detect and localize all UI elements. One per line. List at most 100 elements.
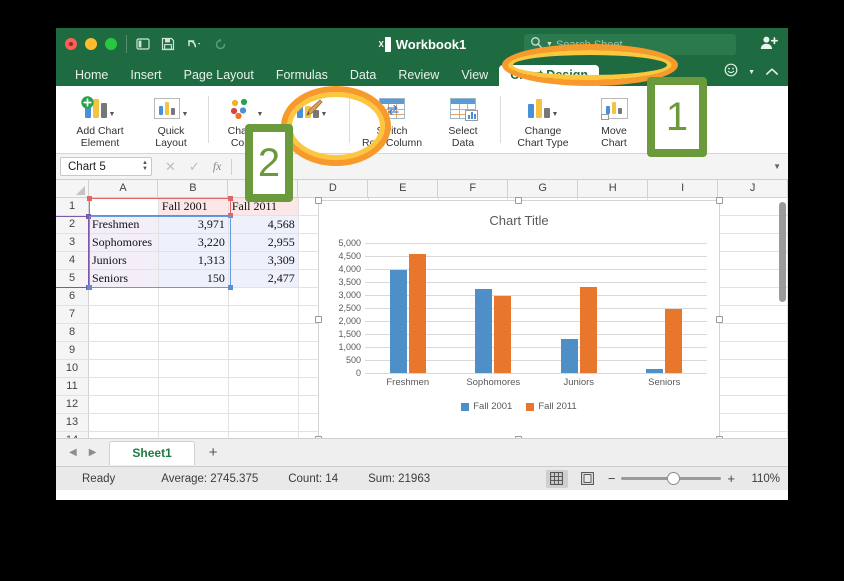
undo-icon[interactable] [186, 38, 203, 50]
row-header-7[interactable]: 7 [56, 306, 89, 324]
tab-view[interactable]: View [450, 65, 499, 87]
save-icon[interactable] [161, 37, 175, 51]
switch-row-column-button[interactable]: Switch Row/Column [354, 90, 430, 153]
row-header-11[interactable]: 11 [56, 378, 89, 396]
cell-j7[interactable] [718, 306, 788, 324]
cell-b12[interactable] [158, 396, 229, 414]
tab-review[interactable]: Review [387, 65, 450, 87]
column-header-b[interactable]: B [158, 180, 229, 197]
add-sheet-button[interactable]: + [197, 444, 230, 461]
zoom-level-label[interactable]: 110% [744, 473, 780, 485]
chart-resize-handle-s[interactable] [515, 436, 522, 438]
cell-c12[interactable] [228, 396, 299, 414]
cell-j10[interactable] [718, 360, 788, 378]
bar-fall2001-sophomores[interactable] [475, 289, 493, 373]
page-layout-view-icon[interactable] [577, 470, 599, 488]
formula-input[interactable] [232, 154, 773, 179]
cell-j12[interactable] [718, 396, 788, 414]
smiley-feedback-icon[interactable] [724, 63, 738, 82]
row-header-13[interactable]: 13 [56, 414, 89, 432]
chevron-up-collapse-icon[interactable] [765, 64, 779, 82]
column-header-j[interactable]: J [718, 180, 788, 197]
chart-resize-handle-nw[interactable] [315, 197, 322, 204]
bar-fall2001-seniors[interactable] [646, 369, 664, 373]
change-colors-button[interactable]: ▼ Change Colors [213, 90, 279, 153]
enter-check-icon[interactable]: ✓ [189, 159, 200, 175]
chart-resize-handle-se[interactable] [716, 436, 723, 438]
add-chart-element-button[interactable]: ▼ Add Chart Element [62, 90, 138, 153]
maximize-window-button[interactable] [105, 38, 117, 50]
select-data-button[interactable]: Select Data [430, 90, 496, 153]
chevron-down-icon[interactable]: ▼ [552, 111, 559, 118]
next-sheet-arrow-icon[interactable]: ▶ [84, 447, 102, 458]
select-all-corner[interactable] [56, 180, 89, 197]
bar-fall2011-freshmen[interactable] [408, 254, 426, 373]
zoom-knob[interactable] [667, 472, 681, 485]
tab-chart-design[interactable]: Chart Design [499, 64, 599, 86]
cell-a2[interactable]: Freshmen [89, 216, 159, 234]
cell-c11[interactable] [228, 378, 299, 396]
cell-b3[interactable]: 3,220 [158, 234, 229, 252]
cell-c7[interactable] [228, 306, 299, 324]
cell-a13[interactable] [89, 414, 159, 432]
zoom-slider[interactable]: − + [608, 471, 735, 486]
cell-j8[interactable] [718, 324, 788, 342]
cell-b2[interactable]: 3,971 [158, 216, 229, 234]
chart-resize-handle-n[interactable] [515, 197, 522, 204]
cell-b7[interactable] [158, 306, 229, 324]
cell-c10[interactable] [228, 360, 299, 378]
chart-resize-handle-sw[interactable] [315, 436, 322, 438]
cell-j4[interactable] [718, 252, 788, 270]
change-chart-type-button[interactable]: ▼ Change Chart Type [505, 90, 581, 153]
redo-icon[interactable] [214, 38, 227, 51]
cell-a4[interactable]: Juniors [89, 252, 159, 270]
cell-a12[interactable] [89, 396, 159, 414]
cell-c1[interactable]: Fall 2011 [228, 198, 299, 216]
chart-resize-handle-ne[interactable] [716, 197, 723, 204]
cell-b4[interactable]: 1,313 [158, 252, 229, 270]
tab-data[interactable]: Data [339, 65, 387, 87]
name-box-spinner-icon[interactable]: ▲ ▼ [142, 160, 148, 172]
cell-b1[interactable]: Fall 2001 [158, 198, 229, 216]
cell-j14[interactable] [718, 432, 788, 438]
row-header-9[interactable]: 9 [56, 342, 89, 360]
zoom-track[interactable] [621, 472, 722, 485]
cell-j11[interactable] [718, 378, 788, 396]
row-header-1[interactable]: 1 [56, 198, 89, 216]
chevron-down-icon[interactable]: ▼ [182, 111, 189, 118]
bar-fall2011-juniors[interactable] [579, 286, 597, 373]
column-header-g[interactable]: G [508, 180, 579, 197]
quick-layout-button[interactable]: ▼ Quick Layout [138, 90, 204, 153]
chart-resize-handle-e[interactable] [716, 316, 723, 323]
minimize-window-button[interactable] [85, 38, 97, 50]
cell-c9[interactable] [228, 342, 299, 360]
chart-legend[interactable]: Fall 2001 Fall 2011 [319, 401, 719, 412]
bar-fall2001-freshmen[interactable] [389, 269, 407, 373]
cell-j13[interactable] [718, 414, 788, 432]
cell-b8[interactable] [158, 324, 229, 342]
row-header-12[interactable]: 12 [56, 396, 89, 414]
share-person-icon[interactable] [760, 35, 778, 56]
cell-b13[interactable] [158, 414, 229, 432]
row-header-4[interactable]: 4 [56, 252, 89, 270]
column-header-a[interactable]: A [89, 180, 159, 197]
cell-a3[interactable]: Sophomores [89, 234, 159, 252]
cell-a7[interactable] [89, 306, 159, 324]
vertical-scrollbar[interactable] [779, 202, 786, 302]
cancel-x-icon[interactable]: ✕ [165, 159, 176, 175]
legend-item-fall2001[interactable]: Fall 2001 [461, 401, 512, 412]
column-header-h[interactable]: H [578, 180, 649, 197]
chevron-down-icon[interactable]: ▼ [257, 111, 264, 118]
cell-c13[interactable] [228, 414, 299, 432]
cell-a11[interactable] [89, 378, 159, 396]
cell-c4[interactable]: 3,309 [228, 252, 299, 270]
bar-fall2011-seniors[interactable] [665, 308, 683, 373]
bar-fall2001-juniors[interactable] [560, 338, 578, 373]
chart-styles-button[interactable]: ▼ [279, 90, 345, 153]
cell-a10[interactable] [89, 360, 159, 378]
cell-b6[interactable] [158, 288, 229, 306]
cell-a8[interactable] [89, 324, 159, 342]
cell-j5[interactable] [718, 270, 788, 288]
cell-c3[interactable]: 2,955 [228, 234, 299, 252]
row-header-5[interactable]: 5 [56, 270, 89, 288]
